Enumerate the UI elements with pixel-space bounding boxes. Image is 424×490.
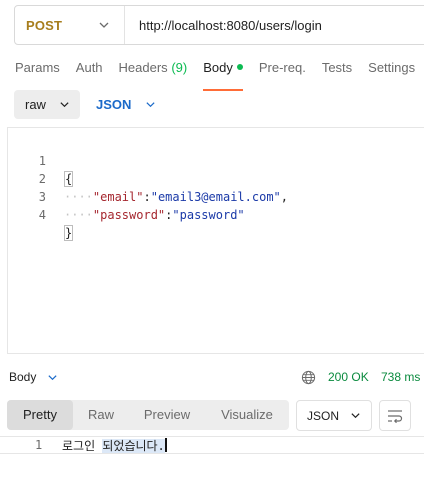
indent-marker: ····: [64, 208, 93, 222]
method-label: POST: [26, 17, 63, 33]
body-language-select[interactable]: JSON: [92, 97, 156, 112]
code-line: 3 ····"password":"password": [8, 170, 245, 222]
close-brace: }: [64, 225, 74, 241]
indent-marker: ····: [64, 190, 93, 204]
url-bar: POST http://localhost:8080/users/login: [14, 5, 424, 45]
json-colon: :: [143, 190, 151, 204]
json-key: "password": [92, 208, 166, 222]
tab-pretty[interactable]: Pretty: [7, 400, 73, 430]
code-text: {: [64, 170, 74, 188]
tab-headers-label: Headers: [118, 60, 168, 75]
code-line: 2 ····"email":"email3@email.com",: [8, 152, 288, 204]
url-input[interactable]: http://localhost:8080/users/login: [125, 18, 322, 33]
wrap-lines-icon: [388, 409, 403, 423]
tab-settings[interactable]: Settings: [368, 60, 415, 84]
body-indicator-dot: [236, 64, 243, 70]
headers-count: (9): [171, 60, 188, 75]
tab-raw[interactable]: Raw: [73, 400, 129, 430]
response-body-viewer[interactable]: 1 로그인 되었습니다.: [0, 436, 424, 454]
globe-icon[interactable]: [301, 370, 316, 385]
tab-tests[interactable]: Tests: [322, 60, 352, 84]
response-bar: Body 200 OK 738 ms: [0, 360, 424, 394]
line-number: 1: [38, 154, 46, 168]
tab-body[interactable]: Body: [203, 60, 243, 91]
code-text: }: [64, 224, 74, 242]
response-format-label: JSON: [307, 408, 340, 423]
line-number: 3: [38, 190, 46, 204]
tab-headers[interactable]: Headers (9): [119, 60, 188, 84]
line-number: 4: [38, 208, 46, 222]
response-format-select[interactable]: JSON: [296, 400, 372, 431]
response-text-part: 로그인: [62, 439, 103, 453]
request-body-editor[interactable]: 1 { 2 ····"email":"email3@email.com", 3 …: [7, 127, 424, 354]
chevron-down-icon[interactable]: [47, 372, 58, 383]
chevron-down-icon: [146, 102, 155, 108]
method-select[interactable]: POST: [15, 6, 125, 44]
code-text: ····"email":"email3@email.com",: [64, 188, 288, 206]
request-tabs: Params Auth Headers (9) Body Pre-req. Te…: [15, 60, 424, 91]
status-badge[interactable]: 200 OK: [328, 370, 369, 384]
response-body-label[interactable]: Body: [9, 370, 36, 384]
json-value: "email3@email.com": [150, 190, 281, 204]
tab-preview[interactable]: Preview: [129, 400, 205, 430]
json-value: "password": [172, 208, 245, 222]
code-text: ····"password":"password": [64, 206, 245, 224]
json-comma: ,: [280, 190, 288, 204]
tab-params[interactable]: Params: [15, 60, 60, 84]
code-line: 4 }: [8, 188, 74, 241]
tab-auth[interactable]: Auth: [76, 60, 103, 84]
body-mode-label: raw: [25, 97, 46, 112]
text-cursor: [164, 438, 167, 452]
tab-visualize[interactable]: Visualize: [205, 400, 289, 430]
chevron-down-icon: [99, 22, 109, 28]
wrap-lines-button[interactable]: [379, 400, 411, 431]
response-text-selected: 되었습니다.: [102, 439, 165, 453]
chevron-down-icon: [60, 102, 69, 108]
code-line: 1 {: [8, 134, 74, 187]
tab-prereq[interactable]: Pre-req.: [259, 60, 306, 84]
json-key: "email": [92, 190, 144, 204]
line-number: 1: [35, 438, 43, 452]
tab-body-label: Body: [203, 60, 233, 75]
open-brace: {: [64, 171, 74, 187]
line-number: 2: [38, 172, 46, 186]
body-mode-row: raw JSON: [14, 90, 156, 119]
body-mode-select[interactable]: raw: [14, 90, 80, 119]
chevron-down-icon: [351, 413, 360, 419]
body-language-label: JSON: [96, 97, 132, 112]
response-view-tabs: Pretty Raw Preview Visualize: [7, 400, 289, 430]
response-time[interactable]: 738 ms: [381, 370, 420, 384]
response-text: 로그인 되었습니다.: [62, 437, 167, 454]
